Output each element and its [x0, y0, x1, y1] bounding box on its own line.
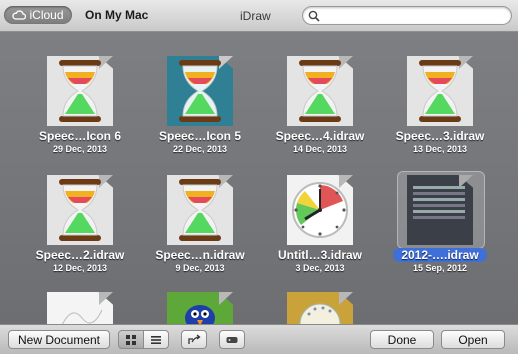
- hourglass-icon: [59, 60, 101, 122]
- file-date: 13 Dec, 2013: [412, 144, 468, 154]
- file-thumbnail: [47, 175, 113, 245]
- search-icon: [308, 10, 320, 22]
- file-thumbnail: [287, 292, 353, 324]
- file-date: 15 Sep, 2012: [412, 263, 468, 273]
- file-thumbnail: [407, 175, 473, 245]
- window-title: iDraw: [240, 9, 271, 23]
- hourglass-icon: [59, 179, 101, 241]
- tag-icon: [226, 336, 238, 343]
- file-thumbnail: [47, 56, 113, 126]
- file-name: Speec…3.idraw: [395, 129, 485, 143]
- file-name: Speec…2.idraw: [35, 248, 125, 262]
- file-name: Speec…n.idraw: [155, 248, 245, 262]
- open-button[interactable]: Open: [441, 330, 505, 349]
- new-document-button[interactable]: New Document: [8, 330, 110, 349]
- file-date: 12 Dec, 2013: [52, 263, 108, 273]
- file-thumbnail: [47, 292, 113, 324]
- file-thumbnail: [167, 292, 233, 324]
- file-thumbnail: [407, 56, 473, 126]
- sun-icon: [299, 303, 341, 324]
- file-name: Speec…Icon 6: [38, 129, 122, 143]
- file-thumbnail: [167, 175, 233, 245]
- file-date: 3 Dec, 2013: [295, 263, 345, 273]
- hourglass-icon: [179, 60, 221, 122]
- file-date: 29 Dec, 2013: [52, 144, 108, 154]
- file-name: 2012-….idraw: [375, 248, 505, 262]
- tags-button[interactable]: [219, 330, 245, 349]
- sketch-icon: [61, 309, 103, 324]
- file-name: Untitl…3.idraw: [277, 248, 362, 262]
- bird-icon: [185, 305, 215, 324]
- file-grid: Speec…Icon 6 29 Dec, 2013 Speec…Icon 5 2…: [0, 32, 518, 324]
- on-my-mac-tab[interactable]: On My Mac: [85, 8, 148, 22]
- file-name: Speec…4.idraw: [275, 129, 365, 143]
- hourglass-icon: [419, 60, 461, 122]
- file-date: 14 Dec, 2013: [292, 144, 348, 154]
- file-thumbnail: [167, 56, 233, 126]
- icloud-tab[interactable]: iCloud: [4, 6, 72, 24]
- hourglass-icon: [299, 60, 341, 122]
- list-view-icon: [151, 335, 161, 344]
- hourglass-icon: [179, 179, 221, 241]
- cloud-icon: [12, 10, 27, 20]
- done-button[interactable]: Done: [370, 330, 434, 349]
- bottom-toolbar: New Document Done Open: [0, 324, 518, 354]
- share-icon: [188, 333, 201, 344]
- file-thumbnail: [287, 56, 353, 126]
- file-name: Speec…Icon 5: [158, 129, 242, 143]
- top-toolbar: iCloud On My Mac iDraw: [0, 0, 518, 32]
- file-thumbnail: [287, 175, 353, 245]
- search-input[interactable]: [302, 6, 512, 25]
- list-view-button[interactable]: [143, 330, 169, 349]
- file-date: 9 Dec, 2013: [175, 263, 225, 273]
- icon-view-button[interactable]: [118, 330, 144, 349]
- grid-view-icon: [126, 334, 136, 345]
- share-button[interactable]: [181, 330, 207, 349]
- file-date: 22 Dec, 2013: [172, 144, 228, 154]
- icloud-tab-label: iCloud: [29, 8, 64, 22]
- clock-icon: [292, 182, 348, 238]
